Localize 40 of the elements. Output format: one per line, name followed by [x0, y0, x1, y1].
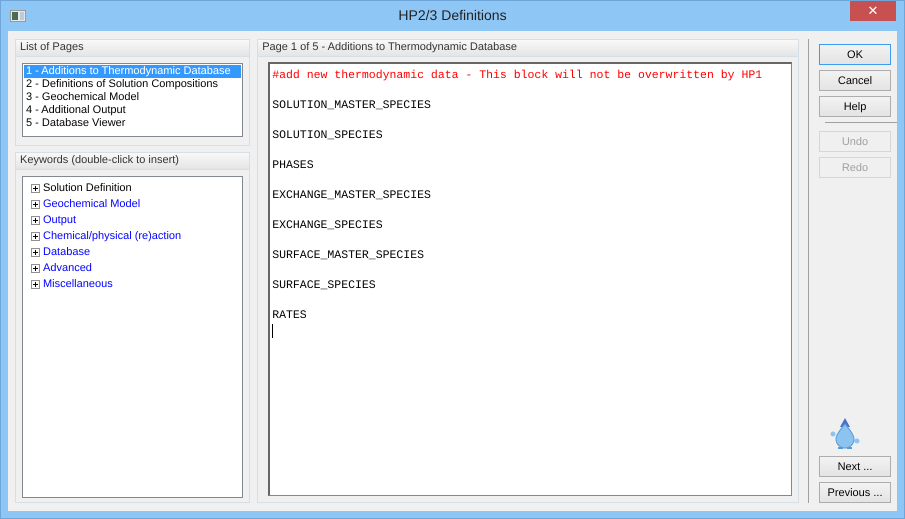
expand-icon[interactable]: [31, 280, 40, 288]
panel-header: List of Pages: [16, 40, 250, 57]
dialog-button[interactable]: OK: [819, 44, 891, 65]
page-item[interactable]: 2 - Definitions of Solution Compositions: [24, 78, 242, 91]
dialog-button[interactable]: Previous ...: [819, 482, 891, 503]
code-line: EXCHANGE_SPECIES: [272, 218, 384, 233]
window-title: HP2/3 Definitions: [398, 7, 507, 23]
tree-item[interactable]: Chemical/physical (re)action: [43, 230, 182, 242]
window-icon: [10, 10, 26, 22]
code-line: SOLUTION_SPECIES: [272, 128, 384, 143]
page-item[interactable]: 5 - Database Viewer: [24, 117, 242, 130]
expand-icon[interactable]: [31, 248, 40, 256]
panel-header: Page 1 of 5 - Additions to Thermodynamic Database: [258, 40, 798, 57]
expand-icon[interactable]: [31, 264, 40, 272]
dialog-button[interactable]: Cancel: [819, 70, 891, 91]
page-item[interactable]: 4 - Additional Output: [24, 104, 242, 117]
tree-item[interactable]: Advanced: [43, 262, 92, 274]
code-line: RATES: [272, 308, 308, 323]
water-drop-drawing: [829, 416, 861, 450]
panel-header: Keywords (double-click to insert): [16, 153, 250, 170]
tree-item[interactable]: Solution Definition: [43, 182, 132, 194]
expand-icon[interactable]: [31, 232, 40, 240]
tree-item[interactable]: Output: [43, 214, 76, 226]
code-line: PHASES: [272, 158, 315, 173]
dialog-button[interactable]: Help: [819, 96, 891, 117]
code-line: SURFACE_MASTER_SPECIES: [272, 248, 426, 263]
tree-item[interactable]: Miscellaneous: [43, 278, 113, 290]
comment-line: #add new thermodynamic data - This block will not be overwritten by HP1: [272, 68, 764, 83]
dialog-button[interactable]: Next ...: [819, 456, 891, 477]
close-button[interactable]: ✕: [850, 1, 896, 21]
tree-item[interactable]: Database: [43, 246, 90, 258]
text-cursor: [272, 324, 274, 338]
page-item[interactable]: 3 - Geochemical Model: [24, 91, 242, 104]
code-line: EXCHANGE_MASTER_SPECIES: [272, 188, 432, 203]
expand-icon[interactable]: [31, 200, 40, 208]
expand-icon[interactable]: [31, 216, 40, 224]
code-line: SURFACE_SPECIES: [272, 278, 377, 293]
code-line: SOLUTION_MASTER_SPECIES: [272, 98, 432, 113]
expand-icon[interactable]: [31, 184, 40, 192]
tree-item[interactable]: Geochemical Model: [43, 198, 140, 210]
